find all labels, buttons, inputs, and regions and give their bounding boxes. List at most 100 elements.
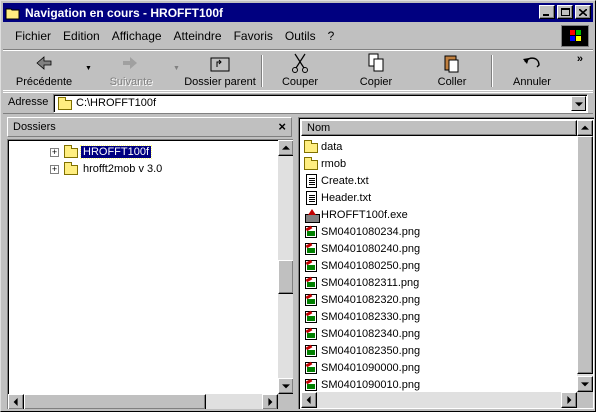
forward-arrow-icon bbox=[99, 53, 163, 73]
file-list-item[interactable]: SM0401080234.png bbox=[303, 223, 420, 240]
status-bar bbox=[3, 409, 593, 413]
file-name: SM0401082330.png bbox=[321, 310, 421, 323]
maximize-button[interactable] bbox=[557, 5, 573, 19]
menu-edition[interactable]: Edition bbox=[57, 29, 106, 43]
column-header-name[interactable]: Nom bbox=[301, 120, 577, 136]
toolbar-separator bbox=[491, 55, 493, 87]
file-list-item[interactable]: SM0401080240.png bbox=[303, 240, 420, 257]
menu-help[interactable]: ? bbox=[322, 29, 341, 43]
file-list-item[interactable]: Header.txt bbox=[303, 189, 371, 206]
undo-button[interactable]: Annuler bbox=[501, 53, 563, 91]
cut-button[interactable]: Couper bbox=[269, 53, 331, 91]
scroll-up-button[interactable] bbox=[278, 140, 293, 156]
address-label: Adresse bbox=[8, 96, 49, 108]
toolbar-more-button[interactable]: » bbox=[577, 53, 583, 65]
address-input[interactable]: C:\HROFFT100f bbox=[53, 94, 588, 113]
file-list-hscrollbar[interactable] bbox=[301, 392, 577, 408]
menu-outils[interactable]: Outils bbox=[279, 29, 322, 43]
file-name: SM0401080234.png bbox=[321, 225, 421, 238]
image-file-icon bbox=[303, 258, 319, 274]
copy-label: Copier bbox=[359, 76, 393, 88]
file-list-item[interactable]: SM0401090000.png bbox=[303, 359, 420, 376]
arrow-left-icon bbox=[306, 396, 311, 404]
file-list-item[interactable]: SM0401082330.png bbox=[303, 308, 420, 325]
menu-fichier[interactable]: Fichier bbox=[3, 29, 57, 43]
file-list-item[interactable]: HROFFT100f.exe bbox=[303, 206, 408, 223]
file-list-item[interactable]: SM0401082350.png bbox=[303, 342, 420, 359]
toolbar-separator bbox=[261, 55, 263, 87]
file-list-item[interactable]: rmob bbox=[303, 155, 346, 172]
scroll-thumb[interactable] bbox=[24, 394, 206, 409]
exe-file-icon bbox=[303, 207, 320, 223]
file-list-item[interactable]: SM0401082340.png bbox=[303, 325, 420, 342]
file-list-item[interactable]: SM0401080250.png bbox=[303, 257, 420, 274]
tree-item-label: HROFFT100f bbox=[79, 145, 153, 159]
address-dropdown-button[interactable] bbox=[571, 96, 586, 111]
file-list-item[interactable]: data bbox=[303, 138, 342, 155]
back-dropdown-icon[interactable]: ▼ bbox=[85, 65, 92, 72]
undo-icon bbox=[501, 53, 563, 73]
title-bar[interactable]: Navigation en cours - HROFFT100f bbox=[3, 3, 593, 22]
minimize-button[interactable] bbox=[539, 5, 555, 19]
file-list-item[interactable]: SM0401082320.png bbox=[303, 291, 420, 308]
image-file-icon bbox=[303, 326, 319, 342]
text-file-icon bbox=[303, 190, 319, 206]
image-file-icon bbox=[303, 309, 319, 325]
scroll-down-button[interactable] bbox=[278, 378, 293, 394]
toolbar: Précédente ▼ Suivante ▼ Dossier parent C… bbox=[3, 49, 593, 91]
expand-icon[interactable]: + bbox=[50, 164, 59, 174]
forward-dropdown-icon[interactable]: ▼ bbox=[173, 65, 180, 72]
scroll-left-button[interactable] bbox=[8, 394, 24, 409]
tree-item-hrofft100f[interactable]: + HROFFT100f bbox=[50, 144, 153, 160]
file-name: SM0401090010.png bbox=[321, 378, 421, 391]
back-label: Précédente bbox=[15, 76, 73, 88]
parent-folder-button[interactable]: Dossier parent bbox=[183, 53, 257, 91]
scroll-corner bbox=[577, 392, 593, 408]
arrow-down-icon bbox=[581, 382, 589, 387]
paste-button[interactable]: Coller bbox=[421, 53, 483, 91]
file-list-item[interactable]: SM0401082311.png bbox=[303, 274, 419, 291]
folder-tree: + HROFFT100f + hrofft2mob v 3.0 bbox=[7, 139, 293, 409]
file-name: SM0401082320.png bbox=[321, 293, 421, 306]
file-list-vscrollbar[interactable] bbox=[577, 120, 593, 392]
tree-item-hrofft2mob[interactable]: + hrofft2mob v 3.0 bbox=[50, 161, 164, 177]
menu-atteindre[interactable]: Atteindre bbox=[168, 29, 228, 43]
scroll-corner bbox=[278, 394, 293, 409]
folders-pane: Dossiers × + HROFFT100f + hrofft2mob v 3… bbox=[3, 117, 293, 409]
folder-tree-hscrollbar[interactable] bbox=[8, 394, 278, 409]
arrow-right-icon bbox=[567, 396, 572, 404]
back-button[interactable]: Précédente bbox=[11, 53, 77, 91]
arrow-up-icon bbox=[581, 125, 589, 130]
scissors-icon bbox=[269, 53, 331, 73]
scroll-right-button[interactable] bbox=[561, 392, 577, 408]
folder-tree-vscrollbar[interactable] bbox=[278, 140, 293, 394]
forward-label: Suivante bbox=[109, 76, 153, 88]
back-arrow-icon bbox=[11, 53, 77, 73]
scroll-down-button[interactable] bbox=[577, 376, 593, 392]
parent-folder-label: Dossier parent bbox=[184, 76, 256, 88]
copy-icon bbox=[345, 53, 407, 73]
folder-icon[interactable] bbox=[5, 6, 21, 20]
arrow-right-icon bbox=[268, 398, 273, 406]
folder-icon bbox=[303, 156, 319, 172]
copy-button[interactable]: Copier bbox=[345, 53, 407, 91]
scroll-thumb[interactable] bbox=[278, 260, 293, 294]
close-button[interactable] bbox=[575, 5, 591, 19]
scroll-up-button[interactable] bbox=[577, 120, 593, 136]
scroll-thumb[interactable] bbox=[577, 136, 593, 374]
arrow-down-icon bbox=[282, 384, 290, 389]
scroll-right-button[interactable] bbox=[262, 394, 278, 409]
file-list-item[interactable]: Create.txt bbox=[303, 172, 369, 189]
file-name: SM0401082340.png bbox=[321, 327, 421, 340]
folder-open-icon bbox=[63, 144, 79, 160]
file-list-item[interactable]: SM0401090010.png bbox=[303, 376, 420, 393]
expand-icon[interactable]: + bbox=[50, 147, 59, 157]
menu-affichage[interactable]: Affichage bbox=[106, 29, 168, 43]
image-file-icon bbox=[303, 224, 319, 240]
forward-button[interactable]: Suivante bbox=[99, 53, 163, 91]
address-bar: Adresse C:\HROFFT100f bbox=[3, 92, 593, 114]
menu-favoris[interactable]: Favoris bbox=[228, 29, 279, 43]
file-name: Create.txt bbox=[321, 174, 369, 187]
close-icon[interactable]: × bbox=[278, 119, 286, 134]
scroll-left-button[interactable] bbox=[301, 392, 317, 408]
